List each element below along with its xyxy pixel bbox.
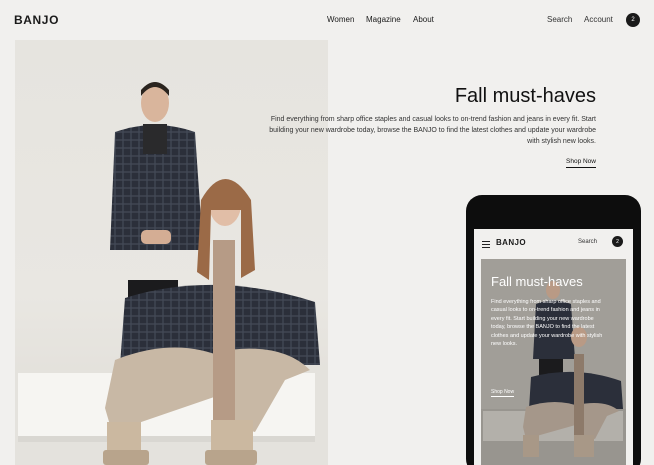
phone-screen: BANJO Search 2 Fall must-haves Find ever… bbox=[474, 229, 633, 465]
cart-count: 2 bbox=[631, 17, 635, 23]
account-link[interactable]: Account bbox=[584, 15, 613, 24]
hero-description: Find everything from sharp office staple… bbox=[269, 116, 596, 145]
logo[interactable]: BANJO bbox=[14, 13, 59, 27]
cart-button[interactable]: 2 bbox=[626, 13, 640, 27]
menu-icon[interactable] bbox=[482, 241, 490, 250]
nav-link-women[interactable]: Women bbox=[327, 15, 354, 24]
nav-link-magazine[interactable]: Magazine bbox=[366, 15, 401, 24]
mobile-logo[interactable]: BANJO bbox=[496, 238, 526, 247]
mobile-search-link[interactable]: Search bbox=[578, 239, 597, 245]
shop-now-link[interactable]: Shop Now bbox=[566, 158, 596, 168]
phone-mockup: BANJO Search 2 Fall must-haves Find ever… bbox=[466, 195, 641, 465]
mobile-hero-title: Fall must-haves bbox=[491, 274, 583, 289]
mobile-hero-image: Fall must-haves Find everything from sha… bbox=[481, 259, 626, 465]
hero-photo bbox=[15, 82, 328, 465]
search-link[interactable]: Search bbox=[547, 15, 572, 24]
mobile-hero-photo bbox=[481, 259, 626, 465]
top-nav: BANJO Women Magazine About Search Accoun… bbox=[0, 0, 654, 40]
mobile-shop-now-link[interactable]: Shop Now bbox=[491, 389, 515, 397]
mobile-cart-count: 2 bbox=[616, 238, 619, 245]
mobile-hero-description: Find everything from sharp office staple… bbox=[491, 299, 603, 348]
hero-image bbox=[15, 40, 328, 465]
mobile-cart-button[interactable]: 2 bbox=[612, 236, 623, 247]
nav-link-about[interactable]: About bbox=[413, 15, 434, 24]
hero-title: Fall must-haves bbox=[454, 85, 596, 107]
